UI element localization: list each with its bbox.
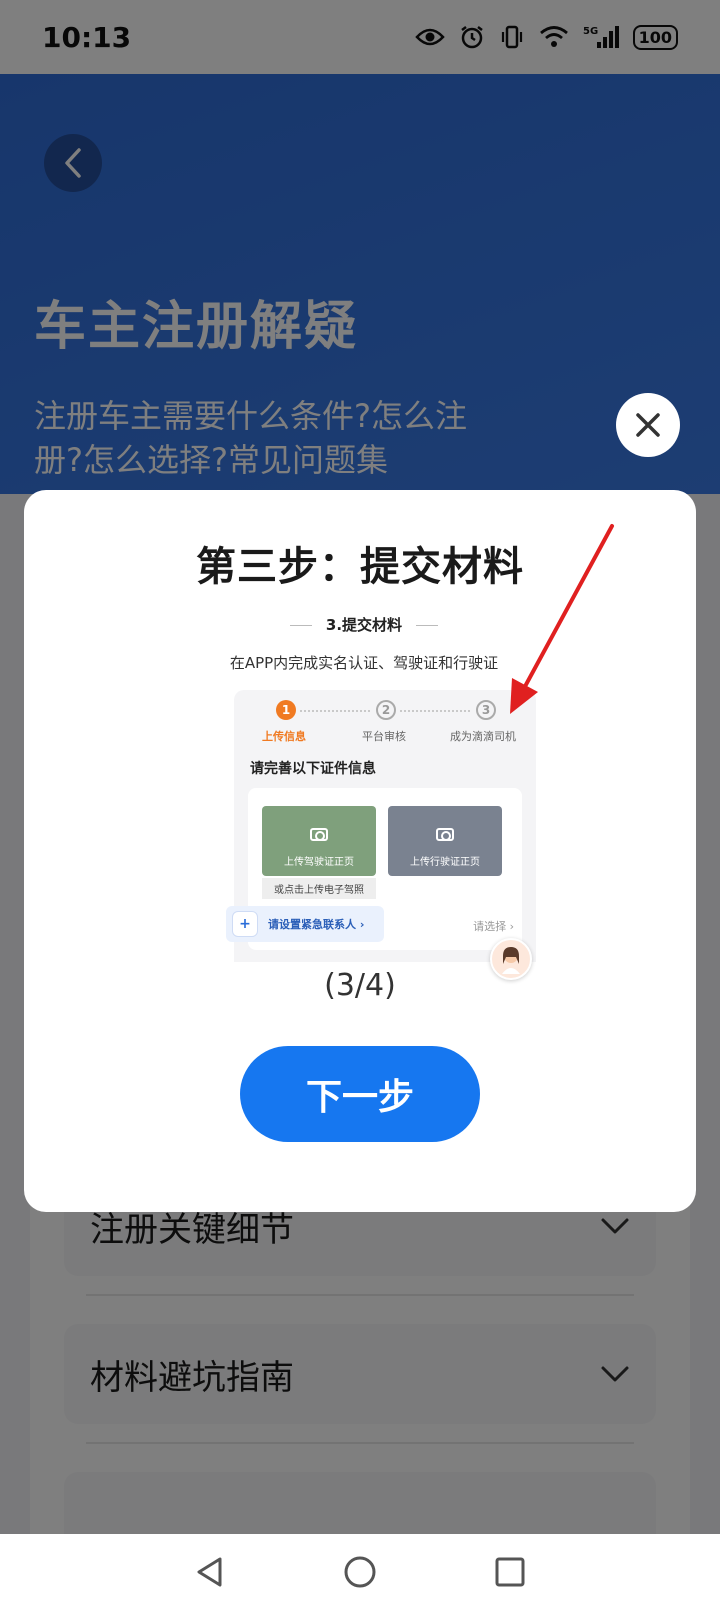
step-illustration: 3.提交材料 在APP内完成实名认证、驾驶证和行驶证 1 2 3 上传信息 平台… — [194, 602, 536, 980]
vehicle-license-card: 上传行驶证正页 — [388, 806, 502, 876]
illustration-description: 在APP内完成实名认证、驾驶证和行驶证 — [229, 654, 499, 672]
step-number-3: 3 — [476, 700, 496, 720]
triangle-back-icon — [197, 1557, 222, 1587]
camera-icon — [436, 828, 454, 841]
close-icon — [636, 413, 660, 437]
red-arrow-annotation — [510, 524, 614, 714]
documents-heading: 请完善以下证件信息 — [250, 761, 376, 777]
driver-license-label: 上传驾驶证正页 — [284, 857, 354, 868]
driver-license-card: 上传驾驶证正页 — [262, 806, 376, 876]
step-number-2: 2 — [376, 700, 396, 720]
square-recents-icon — [495, 1557, 525, 1587]
camera-icon — [310, 828, 328, 841]
nav-recents-button[interactable] — [490, 1552, 530, 1592]
nav-back-button[interactable] — [190, 1552, 230, 1592]
system-nav-bar — [0, 1534, 720, 1610]
close-button[interactable] — [616, 393, 680, 457]
page-indicator: (3/4) — [324, 968, 396, 1003]
circle-home-icon — [344, 1556, 376, 1588]
select-hint: 请选择 › — [473, 920, 514, 933]
vehicle-license-label: 上传行驶证正页 — [410, 857, 480, 868]
emergency-contact-banner: + 请设置紧急联系人 › — [226, 906, 384, 942]
progress-steps: 1 2 3 上传信息 平台审核 成为滴滴司机 — [234, 700, 536, 750]
emergency-contact-label: 请设置紧急联系人 › — [268, 918, 365, 931]
electronic-license-link: 或点击上传电子驾照 — [262, 878, 376, 899]
step-label-1: 上传信息 — [262, 730, 306, 743]
shield-icon: + — [232, 911, 258, 937]
step-label-2: 平台审核 — [362, 730, 406, 743]
next-step-button[interactable]: 下一步 — [240, 1046, 480, 1142]
step-label-3: 成为滴滴司机 — [450, 730, 516, 743]
app-screenshot: 1 2 3 上传信息 平台审核 成为滴滴司机 请完善以下证件信息 上传驾驶证正页… — [226, 690, 536, 980]
nav-home-button[interactable] — [340, 1552, 380, 1592]
illustration-step-heading: 3.提交材料 — [194, 614, 534, 635]
step-number-1: 1 — [276, 700, 296, 720]
